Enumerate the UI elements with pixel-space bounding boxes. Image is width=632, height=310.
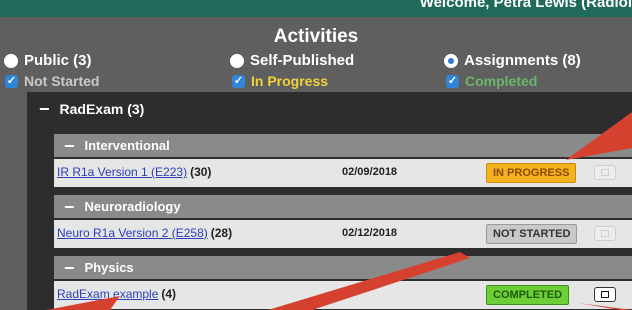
radio-selected-icon[interactable]: [444, 53, 458, 68]
status-badge: IN PROGRESS: [486, 163, 577, 183]
status-not-started[interactable]: ✓ Not Started: [5, 73, 99, 89]
checkbox-checked-icon[interactable]: ✓: [5, 74, 18, 88]
minus-icon[interactable]: −: [64, 137, 75, 155]
section-title: Physics: [84, 260, 134, 275]
status-not-started-label: Not Started: [24, 73, 100, 89]
radio-icon[interactable]: [230, 53, 244, 68]
activity-link-wrap: IR R1a Version 1 (E223) (30): [57, 165, 211, 179]
activities-panel: Activities Public (3) Self-Published Ass…: [0, 17, 632, 310]
minus-icon[interactable]: −: [64, 259, 75, 277]
section-title: Interventional: [84, 138, 170, 153]
radexam-label: RadExam (3): [59, 101, 145, 117]
action-button[interactable]: [594, 165, 616, 180]
question-count: (30): [190, 165, 212, 179]
table-row: Neuro R1a Version 2 (E258) (28) 02/12/201…: [54, 220, 632, 248]
square-icon: [601, 291, 609, 298]
action-button[interactable]: [594, 287, 616, 302]
filter-assignments-label: Assignments (8): [464, 52, 581, 69]
radexam-header[interactable]: − RadExam (3): [27, 92, 632, 126]
radio-icon[interactable]: [4, 53, 18, 68]
activity-link[interactable]: RadExam example: [57, 287, 158, 301]
section-physics[interactable]: − Physics: [54, 256, 632, 279]
status-in-progress[interactable]: ✓ In Progress: [232, 73, 328, 89]
activity-link-wrap: RadExam example (4): [57, 287, 176, 301]
status-badge: NOT STARTED: [486, 224, 578, 244]
action-button[interactable]: [594, 226, 616, 241]
section-title: Neuroradiology: [84, 199, 181, 214]
filter-public[interactable]: Public (3): [4, 52, 92, 69]
minus-icon[interactable]: −: [64, 198, 75, 216]
activity-date: 02/12/2018: [342, 227, 398, 239]
question-count: (28): [210, 226, 233, 240]
activity-link-wrap: Neuro R1a Version 2 (E258) (28): [57, 226, 232, 240]
section-interventional[interactable]: − Interventional: [54, 134, 632, 157]
table-row: RadExam example (4) COMPLETED: [54, 281, 632, 309]
status-badge: COMPLETED: [486, 285, 570, 305]
activities-title: Activities: [273, 26, 359, 47]
welcome-text: Welcome, Petra Lewis (Radiol: [419, 0, 632, 11]
filter-self-published-label: Self-Published: [250, 52, 355, 69]
minus-icon[interactable]: −: [39, 100, 50, 118]
filter-public-label: Public (3): [24, 52, 92, 69]
table-row: IR R1a Version 1 (E223) (30) 02/09/2018 I…: [54, 159, 632, 187]
activity-link[interactable]: Neuro R1a Version 2 (E258): [57, 226, 208, 240]
top-header-bar: Welcome, Petra Lewis (Radiol: [0, 0, 632, 17]
status-completed-label: Completed: [465, 73, 538, 89]
status-in-progress-label: In Progress: [251, 73, 329, 89]
square-icon: [601, 230, 609, 237]
question-count: (4): [161, 287, 177, 301]
checkbox-checked-icon[interactable]: ✓: [446, 74, 459, 88]
activity-date: 02/09/2018: [342, 166, 398, 178]
filter-self-published[interactable]: Self-Published: [230, 52, 354, 69]
activity-link[interactable]: IR R1a Version 1 (E223): [57, 165, 187, 179]
square-icon: [601, 169, 609, 176]
status-completed[interactable]: ✓ Completed: [446, 73, 537, 89]
checkbox-checked-icon[interactable]: ✓: [232, 74, 245, 88]
filter-assignments[interactable]: Assignments (8): [444, 52, 581, 69]
app-frame: Welcome, Petra Lewis (Radiol Activities …: [0, 0, 632, 310]
section-neuroradiology[interactable]: − Neuroradiology: [54, 195, 632, 218]
